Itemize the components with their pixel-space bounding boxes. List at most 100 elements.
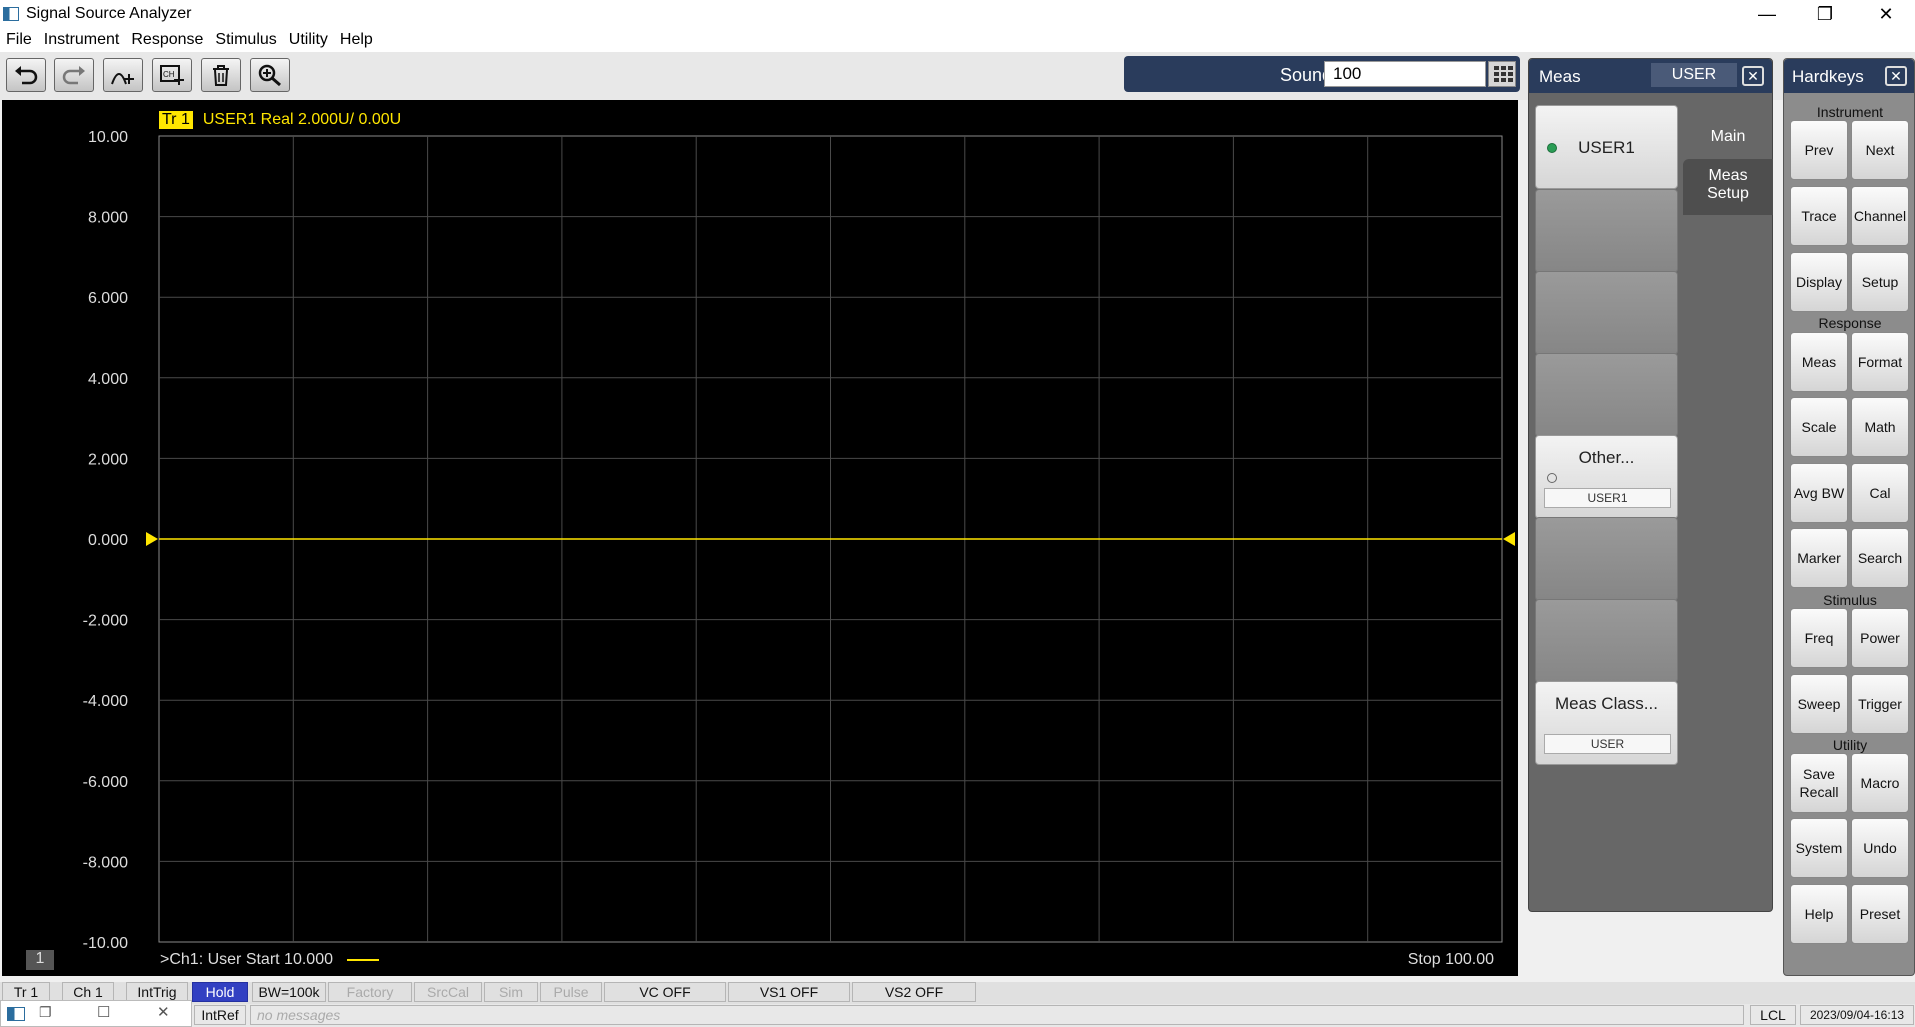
meas-panel: Meas USER ✕ USER1 Other... USER1 Meas Cl…: [1528, 58, 1773, 912]
trace-key[interactable]: Trace: [1790, 186, 1848, 246]
status-messages: no messages: [250, 1005, 1744, 1025]
restore-button[interactable]: ❐: [1796, 0, 1854, 28]
restore-icon[interactable]: ❐: [39, 1004, 52, 1021]
avg-bw-key[interactable]: Avg BW: [1790, 463, 1848, 523]
status-hold[interactable]: Hold: [192, 982, 248, 1002]
close-meas-panel-button[interactable]: ✕: [1742, 66, 1764, 86]
system-key[interactable]: System: [1790, 818, 1848, 878]
redo-icon: [62, 66, 85, 85]
setup-key[interactable]: Setup: [1851, 252, 1909, 312]
undo-key[interactable]: Undo: [1851, 818, 1909, 878]
menu-response[interactable]: Response: [125, 31, 209, 49]
softkey-label: Other...: [1578, 448, 1635, 467]
menu-help[interactable]: Help: [334, 31, 379, 49]
meas-key[interactable]: Meas: [1790, 332, 1848, 392]
maximize-icon[interactable]: ☐: [97, 1003, 110, 1021]
softkey-empty-7[interactable]: [1535, 599, 1678, 683]
title-bar: Signal Source Analyzer — ❐ ✕: [0, 0, 1915, 28]
power-key[interactable]: Power: [1851, 608, 1909, 668]
undo-icon: [15, 66, 38, 85]
recall-label: Recall: [1799, 784, 1839, 800]
reference-marker-left: [146, 532, 158, 546]
menu-instrument[interactable]: Instrument: [38, 31, 126, 49]
tab-meas-setup[interactable]: Meas Setup: [1683, 159, 1773, 215]
status-srccal: SrcCal: [414, 982, 482, 1002]
menu-file[interactable]: File: [0, 31, 38, 49]
y-tick-label: 4.000: [88, 371, 128, 388]
status-datetime: 2023/09/04-16:13: [1800, 1005, 1914, 1025]
add-trace-button[interactable]: [103, 58, 143, 92]
redo-button[interactable]: [54, 58, 94, 92]
meas-panel-title: Meas: [1539, 67, 1581, 86]
menu-utility[interactable]: Utility: [283, 31, 334, 49]
search-key[interactable]: Search: [1851, 528, 1909, 588]
help-key[interactable]: Help: [1790, 884, 1848, 944]
status-ref: IntRef: [194, 1005, 246, 1025]
math-key[interactable]: Math: [1851, 397, 1909, 457]
hardkeys-header: Hardkeys ✕: [1784, 59, 1914, 93]
status-channel[interactable]: Ch 1: [62, 982, 114, 1002]
close-icon[interactable]: ✕: [157, 1003, 170, 1021]
tab-meas-setup-line1: Meas: [1708, 167, 1748, 184]
freq-key[interactable]: Freq: [1790, 608, 1848, 668]
softkey-meas-class[interactable]: Meas Class... USER: [1535, 681, 1678, 765]
meas-panel-header: Meas USER ✕: [1529, 59, 1772, 93]
save-recall-key[interactable]: Save Recall: [1790, 753, 1848, 813]
macro-key[interactable]: Macro: [1851, 753, 1909, 813]
y-tick-label: -2.000: [83, 613, 128, 630]
minimize-button[interactable]: —: [1738, 0, 1796, 28]
softkey-empty-4[interactable]: [1535, 353, 1678, 437]
window-title: Signal Source Analyzer: [26, 5, 192, 22]
softkey-user1[interactable]: USER1: [1535, 105, 1678, 189]
cal-key[interactable]: Cal: [1851, 463, 1909, 523]
close-hardkeys-button[interactable]: ✕: [1885, 66, 1907, 86]
zoom-button[interactable]: [250, 58, 290, 92]
group-stimulus-label: Stimulus: [1823, 592, 1877, 608]
trace-badge: Tr 1: [159, 111, 193, 129]
status-bar: Tr 1 Ch 1 IntTrig Hold BW=100k Factory S…: [0, 982, 1915, 1004]
status-trigger[interactable]: IntTrig: [126, 982, 188, 1002]
entry-input[interactable]: [1324, 61, 1486, 87]
channel-footer: >Ch1: User Start 10.000: [160, 951, 379, 969]
save-label: Save: [1803, 766, 1835, 782]
trash-icon: [213, 65, 229, 86]
softkey-empty-2[interactable]: [1535, 189, 1678, 273]
group-utility-label: Utility: [1832, 737, 1868, 753]
tab-meas-setup-line2: Setup: [1707, 185, 1749, 202]
entry-label: Sound: [1279, 65, 1332, 85]
marker-key[interactable]: Marker: [1790, 528, 1848, 588]
display-key[interactable]: Display: [1790, 252, 1848, 312]
group-instrument-label: Instrument: [1816, 104, 1884, 120]
status-sim: Sim: [484, 982, 538, 1002]
status-vs2: VS2 OFF: [852, 982, 976, 1002]
scale-key[interactable]: Scale: [1790, 397, 1848, 457]
undo-button[interactable]: [6, 58, 46, 92]
add-channel-button[interactable]: CH: [152, 58, 192, 92]
softkey-empty-6[interactable]: [1535, 517, 1678, 601]
menu-stimulus[interactable]: Stimulus: [209, 31, 282, 49]
trace-label[interactable]: Tr 1 USER1 Real 2.000U/ 0.00U: [159, 111, 401, 129]
next-key[interactable]: Next: [1851, 120, 1909, 180]
softkey-empty-3[interactable]: [1535, 271, 1678, 355]
trace-info: USER1 Real 2.000U/ 0.00U: [202, 111, 402, 128]
channel-key[interactable]: Channel: [1851, 186, 1909, 246]
hardkeys-title: Hardkeys: [1792, 67, 1864, 86]
sweep-key[interactable]: Sweep: [1790, 674, 1848, 734]
tab-main[interactable]: Main: [1683, 117, 1773, 157]
format-key[interactable]: Format: [1851, 332, 1909, 392]
trigger-key[interactable]: Trigger: [1851, 674, 1909, 734]
y-tick-label: 6.000: [88, 290, 128, 307]
message-bar: IntRef no messages LCL 2023/09/04-16:13: [0, 1004, 1915, 1027]
prev-key[interactable]: Prev: [1790, 120, 1848, 180]
status-bw[interactable]: BW=100k: [252, 982, 326, 1002]
softkey-other[interactable]: Other... USER1: [1535, 435, 1678, 519]
softkey-label: Meas Class...: [1555, 694, 1658, 713]
status-trace[interactable]: Tr 1: [2, 982, 50, 1002]
meas-mode-indicator: USER: [1651, 63, 1737, 87]
delete-button[interactable]: [201, 58, 241, 92]
close-window-button[interactable]: ✕: [1857, 0, 1915, 28]
keypad-button[interactable]: [1488, 61, 1516, 87]
preset-key[interactable]: Preset: [1851, 884, 1909, 944]
y-tick-label: 0.000: [88, 532, 128, 549]
svg-text:CH: CH: [163, 70, 175, 79]
